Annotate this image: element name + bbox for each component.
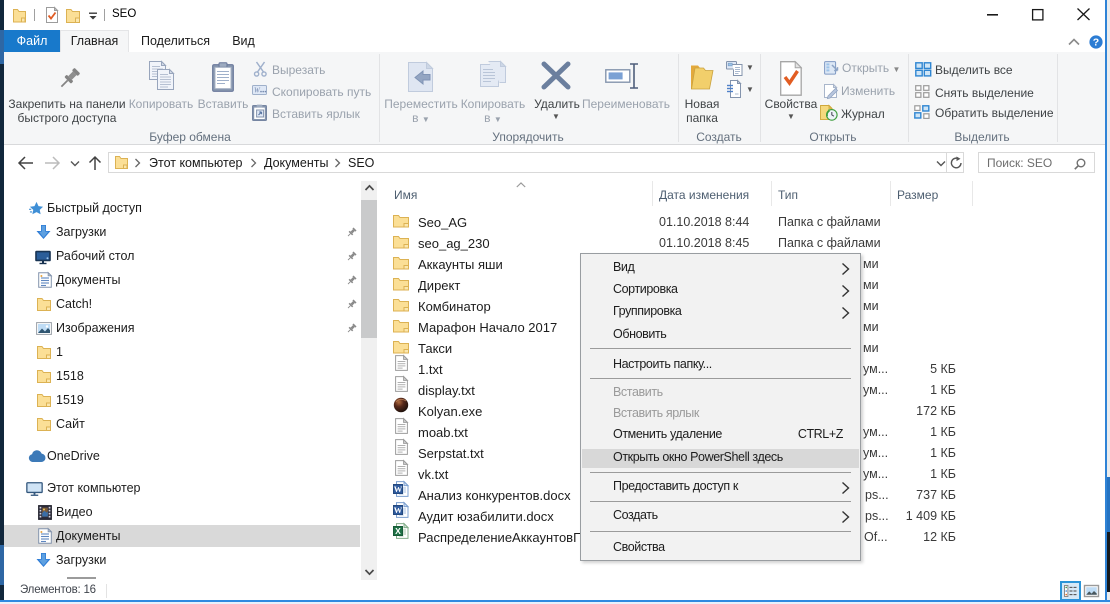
svg-text:W: W (394, 484, 403, 494)
svg-text:W: W (394, 505, 403, 515)
svg-text:?: ? (1093, 37, 1099, 49)
svg-text:X: X (395, 526, 401, 536)
